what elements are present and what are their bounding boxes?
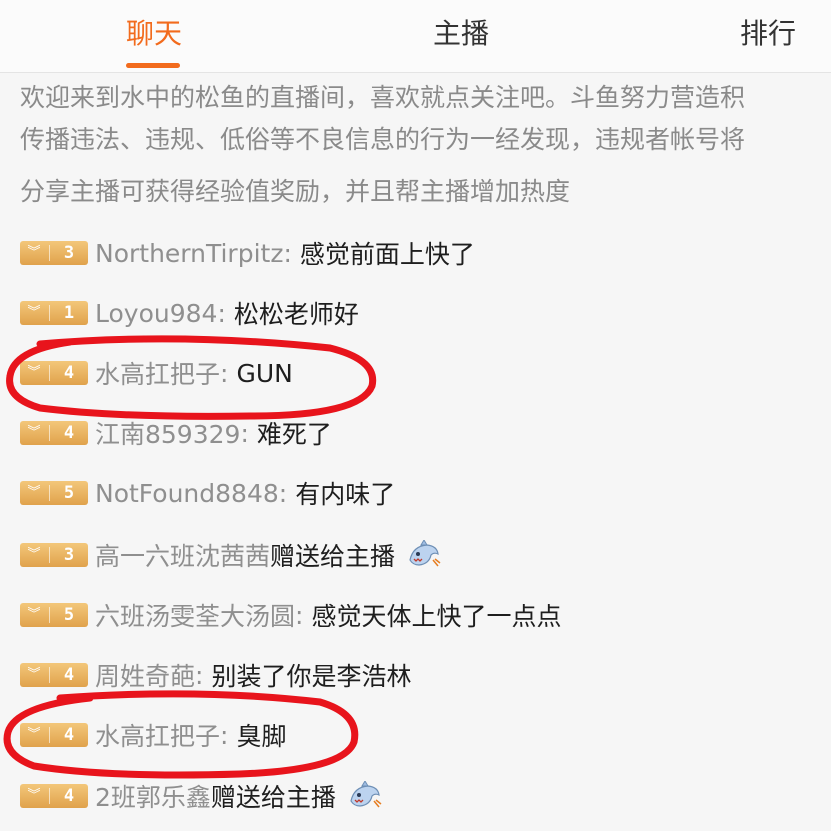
username[interactable]: 水高扛把子 xyxy=(95,355,220,391)
message-text: 感觉前面上快了 xyxy=(299,240,475,269)
chat-message: ︾ 5 NotFound8848: 有内味了 xyxy=(20,473,395,513)
fan-badge-icon: ︾ xyxy=(27,365,41,380)
shark-gift-icon xyxy=(409,540,441,567)
username[interactable]: 六班汤雯荃大汤圆 xyxy=(95,597,295,633)
chat-message: ︾ 4 周姓奇葩: 别装了你是李浩林 xyxy=(20,655,411,695)
fan-badge-icon: ︾ xyxy=(27,245,41,260)
message-text: 有内味了 xyxy=(295,480,396,509)
chat-message: ︾ 1 Loyou984: 松松老师好 xyxy=(20,293,359,333)
share-notice: 分享主播可获得经验值奖励，并且帮主播增加热度 xyxy=(20,177,571,206)
level-badge: ︾ 4 xyxy=(20,663,88,687)
username[interactable]: Loyou984 xyxy=(95,299,217,328)
tab-ranking[interactable]: 排行 xyxy=(740,14,796,54)
tab-streamer[interactable]: 主播 xyxy=(433,14,489,54)
fan-badge-icon: ︾ xyxy=(27,547,41,562)
fan-badge-icon: ︾ xyxy=(27,607,41,622)
username[interactable]: 2班郭乐鑫 xyxy=(95,778,211,814)
username[interactable]: 江南859329 xyxy=(95,415,240,451)
username[interactable]: NotFound8848 xyxy=(95,479,279,508)
message-text: 感觉天体上快了一点点 xyxy=(311,602,562,631)
fan-badge-icon: ︾ xyxy=(27,788,41,803)
message-text: 难死了 xyxy=(256,420,332,449)
username[interactable]: 周姓奇葩 xyxy=(95,657,195,693)
level-badge: ︾ 5 xyxy=(20,481,88,505)
rules-notice: 传播违法、违规、低俗等不良信息的行为一经发现，违规者帐号将 xyxy=(20,125,746,154)
chat-message: ︾ 5 六班汤雯荃大汤圆: 感觉天体上快了一点点 xyxy=(20,595,561,635)
tab-bar: 聊天 主播 排行 xyxy=(0,0,831,73)
chat-message: ︾ 4 江南859329: 难死了 xyxy=(20,413,332,453)
fan-badge-icon: ︾ xyxy=(27,667,41,682)
username[interactable]: 高一六班沈茜茜 xyxy=(95,537,270,573)
username[interactable]: NorthernTirpitz xyxy=(95,239,283,268)
message-text: 别装了你是李浩林 xyxy=(211,662,412,691)
fan-badge-icon: ︾ xyxy=(27,485,41,500)
gift-text: 赠送给主播 xyxy=(270,542,396,571)
fan-badge-icon: ︾ xyxy=(27,305,41,320)
chat-message: ︾ 3 NorthernTirpitz: 感觉前面上快了 xyxy=(20,233,475,273)
level-badge: ︾ 4 xyxy=(20,421,88,445)
welcome-notice: 欢迎来到水中的松鱼的直播间，喜欢就点关注吧。斗鱼努力营造积 xyxy=(20,83,746,112)
level-badge: ︾ 4 xyxy=(20,784,88,808)
active-tab-indicator xyxy=(126,63,180,68)
level-badge: ︾ 4 xyxy=(20,361,88,385)
level-badge: ︾ 3 xyxy=(20,241,88,265)
level-badge: ︾ 3 xyxy=(20,543,88,567)
message-text: 松松老师好 xyxy=(233,300,359,329)
fan-badge-icon: ︾ xyxy=(27,727,41,742)
message-text: GUN xyxy=(236,358,293,388)
gift-text: 赠送给主播 xyxy=(210,783,336,812)
chat-message: ︾ 4 水高扛把子: GUN xyxy=(20,353,293,393)
shark-gift-icon xyxy=(350,781,382,808)
level-badge: ︾ 5 xyxy=(20,603,88,627)
chat-message: ︾ 4 水高扛把子: 臭脚 xyxy=(20,715,286,755)
gift-message: ︾ 3 高一六班沈茜茜 赠送给主播 xyxy=(20,535,441,575)
level-badge: ︾ 4 xyxy=(20,723,88,747)
username[interactable]: 水高扛把子 xyxy=(95,717,220,753)
tab-chat[interactable]: 聊天 xyxy=(126,14,182,54)
message-text: 臭脚 xyxy=(236,722,287,751)
fan-badge-icon: ︾ xyxy=(27,425,41,440)
chat-screen: 聊天 主播 排行 欢迎来到水中的松鱼的直播间，喜欢就点关注吧。斗鱼努力营造积 传… xyxy=(0,0,831,831)
gift-message: ︾ 4 2班郭乐鑫 赠送给主播 xyxy=(20,776,382,816)
level-badge: ︾ 1 xyxy=(20,301,88,325)
